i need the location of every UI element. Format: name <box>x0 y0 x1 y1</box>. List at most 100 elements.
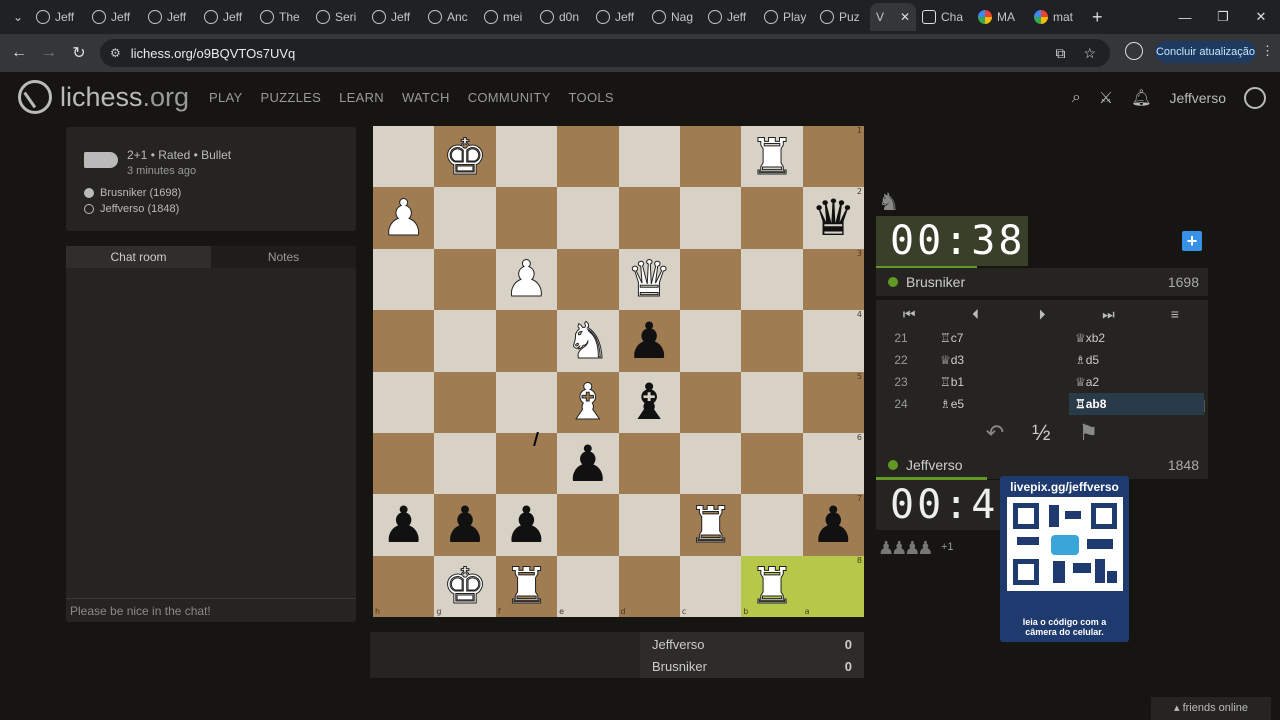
close-tab-icon[interactable]: ✕ <box>900 10 910 24</box>
board-square[interactable] <box>618 187 680 249</box>
nav-play[interactable]: PLAY <box>209 90 242 105</box>
address-bar[interactable]: ⚙ lichess.org/o9BQVTOs7UVq ⧉ ☆ <box>100 39 1110 67</box>
black-queen-icon[interactable]: ♛ <box>811 193 856 243</box>
board-square[interactable]: ♝ <box>557 371 619 433</box>
board-square[interactable] <box>557 187 619 249</box>
board-square[interactable] <box>679 371 742 433</box>
black-pawn-icon[interactable]: ♟ <box>811 500 856 550</box>
board-square[interactable] <box>495 371 558 433</box>
reload-button[interactable]: ↻ <box>64 43 94 63</box>
board-square[interactable] <box>741 248 803 311</box>
board-square[interactable] <box>679 248 742 311</box>
browser-tab[interactable]: Seri <box>310 3 366 31</box>
white-bishop-icon[interactable]: ♝ <box>565 377 611 428</box>
board-square[interactable]: ♟ <box>373 494 435 556</box>
browser-tab[interactable]: Play <box>758 3 814 31</box>
white-move[interactable]: ♖c7 <box>930 327 1060 349</box>
white-queen-icon[interactable]: ♛ <box>626 254 672 305</box>
board-square[interactable] <box>495 310 558 372</box>
board-square[interactable] <box>434 371 496 433</box>
board-square[interactable] <box>679 187 742 249</box>
board-square[interactable]: h <box>373 555 435 617</box>
board-square[interactable]: ♜ <box>679 494 742 556</box>
tab-notes[interactable]: Notes <box>211 246 356 268</box>
white-rook-icon[interactable]: ♜ <box>688 499 734 550</box>
forward-button[interactable]: → <box>34 44 64 62</box>
first-move-icon[interactable]: ⏮ <box>876 300 942 328</box>
chess-board[interactable]: ♚ ♜ 1 ♟ ♛ 2 ♟ ♛ 3 ♞ ♟ 4 ♝ ♝ 5 ♟ 6 ♟ ♟ ♟ ♜ ♟ 7 h ♚ g ♜ f e d c ♜ b 8 a <box>373 126 864 617</box>
back-button[interactable]: ← <box>4 44 34 62</box>
browser-tab[interactable]: Jeff <box>702 3 758 31</box>
browser-tab[interactable]: Cha <box>916 3 972 31</box>
browser-tab[interactable]: mat <box>1028 3 1084 31</box>
browser-tab[interactable]: Jeff <box>366 3 422 31</box>
black-pawn-icon[interactable]: ♟ <box>504 500 549 550</box>
board-square[interactable]: ♜ b <box>741 555 803 617</box>
board-square[interactable]: ♟ 7 <box>802 494 864 556</box>
browser-tab[interactable]: MA <box>972 3 1028 31</box>
board-square[interactable] <box>557 494 619 556</box>
white-move[interactable]: ♕d3 <box>930 349 1060 371</box>
board-square[interactable]: ♛ <box>618 248 680 311</box>
black-move[interactable]: ♖ab8 <box>1069 393 1204 415</box>
board-square[interactable]: 3 <box>802 248 864 311</box>
opponent-name[interactable]: Brusniker <box>906 274 965 290</box>
board-square[interactable] <box>373 126 435 188</box>
board-square[interactable] <box>679 432 742 495</box>
user-status-icon[interactable] <box>1244 87 1266 109</box>
opponent-player-row[interactable]: Brusniker 1698 <box>876 268 1208 296</box>
add-time-button[interactable]: + <box>1182 231 1202 251</box>
board-square[interactable] <box>741 432 803 495</box>
browser-tab[interactable]: Jeff <box>30 3 86 31</box>
board-square[interactable] <box>495 432 558 495</box>
browser-tab[interactable]: Jeff <box>198 3 254 31</box>
white-pawn-icon[interactable]: ♟ <box>504 254 550 305</box>
browser-tab[interactable]: d0n <box>534 3 590 31</box>
player-black[interactable]: Jeffverso (1848) <box>84 203 179 215</box>
install-app-icon[interactable]: ⧉ <box>1055 45 1065 62</box>
board-square[interactable]: ♟ <box>373 187 435 249</box>
username-link[interactable]: Jeffverso <box>1169 90 1226 106</box>
player-white[interactable]: Brusniker (1698) <box>84 187 181 199</box>
browser-tab[interactable]: The <box>254 3 310 31</box>
white-knight-icon[interactable]: ♞ <box>565 315 611 366</box>
self-name[interactable]: Jeffverso <box>906 457 963 473</box>
white-rook-icon[interactable]: ♜ <box>749 131 795 182</box>
board-square[interactable] <box>618 494 680 556</box>
menu-icon[interactable]: ≡ <box>1142 300 1208 328</box>
browser-tab[interactable]: Puz <box>814 3 870 31</box>
browser-tab[interactable]: Jeff <box>86 3 142 31</box>
board-square[interactable]: ♞ <box>557 310 619 372</box>
browser-tab[interactable]: Anc <box>422 3 478 31</box>
browser-tab[interactable]: Nag <box>646 3 702 31</box>
white-rook-icon[interactable]: ♜ <box>504 561 550 612</box>
black-pawn-icon[interactable]: ♟ <box>627 316 672 366</box>
bookmark-star-icon[interactable]: ☆ <box>1083 45 1096 62</box>
board-square[interactable]: ♟ <box>557 432 619 495</box>
board-square[interactable] <box>434 432 496 495</box>
board-square[interactable] <box>373 371 435 433</box>
board-square[interactable] <box>557 248 619 311</box>
board-square[interactable]: ♟ <box>495 248 558 311</box>
offer-draw-button[interactable]: ½ <box>1032 420 1050 446</box>
board-square[interactable] <box>741 371 803 433</box>
black-pawn-icon[interactable]: ♟ <box>443 500 488 550</box>
board-square[interactable]: ♚ g <box>434 555 496 617</box>
board-square[interactable] <box>618 432 680 495</box>
nav-tools[interactable]: TOOLS <box>569 90 614 105</box>
site-info-icon[interactable]: ⚙ <box>110 46 121 60</box>
black-bishop-icon[interactable]: ♝ <box>627 377 672 427</box>
notification-bell-icon[interactable]: 🔔︎ <box>1131 88 1151 108</box>
nav-watch[interactable]: WATCH <box>402 90 450 105</box>
board-square[interactable]: ♛ 2 <box>802 187 864 249</box>
update-button[interactable]: Concluir atualização <box>1155 41 1256 63</box>
board-square[interactable]: 5 <box>802 371 864 433</box>
board-square[interactable] <box>495 126 558 188</box>
board-square[interactable] <box>434 187 496 249</box>
black-move[interactable]: ♗d5 <box>1069 349 1204 371</box>
board-square[interactable]: 8a <box>802 555 864 617</box>
black-pawn-icon[interactable]: ♟ <box>565 439 610 489</box>
challenge-icon[interactable]: ⚔ <box>1099 88 1113 108</box>
white-pawn-icon[interactable]: ♟ <box>381 193 427 244</box>
maximize-button[interactable]: ❐ <box>1204 0 1242 34</box>
